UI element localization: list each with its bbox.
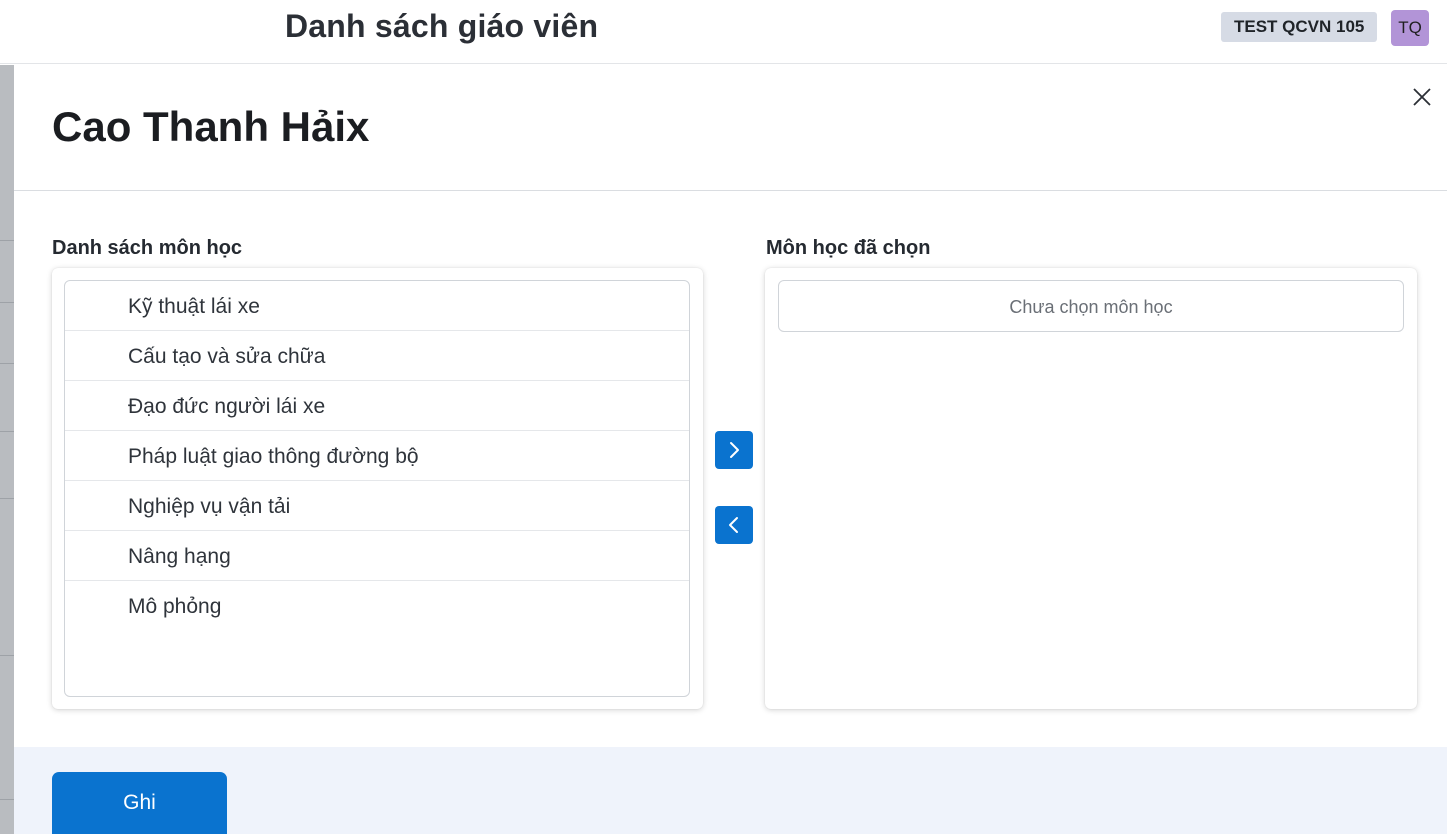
user-avatar[interactable]: TQ (1391, 10, 1429, 46)
move-right-button[interactable] (715, 431, 753, 469)
assign-subjects-panel: Cao Thanh Hảix Danh sách môn học Kỹ thuậ… (14, 65, 1447, 834)
move-left-button[interactable] (715, 506, 753, 544)
subject-item[interactable]: Cấu tạo và sửa chữa (65, 331, 689, 381)
backdrop-row-divider (0, 431, 14, 432)
subject-list-card: Kỹ thuật lái xe Cấu tạo và sửa chữa Đạo … (52, 268, 703, 709)
close-icon[interactable] (1410, 85, 1434, 109)
empty-selection-message: Chưa chọn môn học (778, 280, 1404, 332)
backdrop-row-divider (0, 363, 14, 364)
page-title: Danh sách giáo viên (285, 8, 599, 44)
selected-subjects-card: Chưa chọn môn học (765, 268, 1417, 709)
backdrop-row-divider (0, 498, 14, 499)
panel-footer: Ghi (14, 747, 1447, 834)
backdrop-row-divider (0, 240, 14, 241)
subject-item[interactable]: Nghiệp vụ vận tải (65, 481, 689, 531)
backdrop-row-divider (0, 655, 14, 656)
selected-subjects-label: Môn học đã chọn (766, 237, 931, 259)
subject-item[interactable]: Pháp luật giao thông đường bộ (65, 431, 689, 481)
subject-list-label: Danh sách môn học (52, 237, 243, 259)
subject-item[interactable]: Mô phỏng (65, 581, 689, 631)
organization-badge[interactable]: TEST QCVN 105 (1221, 12, 1378, 42)
page-backdrop (0, 65, 14, 834)
save-button[interactable]: Ghi (52, 772, 227, 834)
backdrop-row-divider (0, 799, 14, 800)
subject-item[interactable]: Đạo đức người lái xe (65, 381, 689, 431)
backdrop-row-divider (0, 302, 14, 303)
chevron-left-icon (729, 517, 738, 533)
panel-header: Cao Thanh Hảix (14, 65, 1447, 191)
app-header: Danh sách giáo viên TEST QCVN 105 TQ (0, 0, 1447, 64)
chevron-right-icon (730, 442, 739, 458)
subject-item[interactable]: Nâng hạng (65, 531, 689, 581)
subject-list: Kỹ thuật lái xe Cấu tạo và sửa chữa Đạo … (64, 280, 690, 697)
teacher-name-title: Cao Thanh Hảix (52, 103, 370, 150)
subject-item[interactable]: Kỹ thuật lái xe (65, 281, 689, 331)
